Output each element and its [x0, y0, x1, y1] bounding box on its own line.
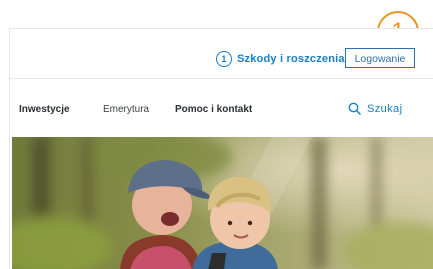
nav-item-inwestycje[interactable]: Inwestycje [19, 104, 70, 115]
top-bar: 1 Szkody i roszczenia Logowanie [10, 29, 433, 79]
search-button[interactable]: Szukaj [348, 102, 402, 115]
website-page: 1 Szkody i roszczenia Logowanie Inwestyc… [9, 28, 433, 269]
nav-item-pomoc-i-kontakt[interactable]: Pomoc i kontakt [175, 104, 252, 115]
search-label: Szukaj [367, 102, 403, 115]
hero-photo-children [12, 137, 433, 269]
nav-item-emerytura[interactable]: Emerytura [103, 104, 149, 115]
hero-image [12, 137, 433, 269]
claims-number-badge: 1 [216, 51, 232, 67]
login-button[interactable]: Logowanie [345, 48, 415, 68]
claims-link[interactable]: 1 Szkody i roszczenia [216, 51, 345, 67]
main-navigation: Inwestycje Emerytura Pomoc i kontakt Szu… [10, 79, 433, 137]
search-icon [348, 102, 361, 115]
claims-link-label: Szkody i roszczenia [237, 53, 345, 65]
